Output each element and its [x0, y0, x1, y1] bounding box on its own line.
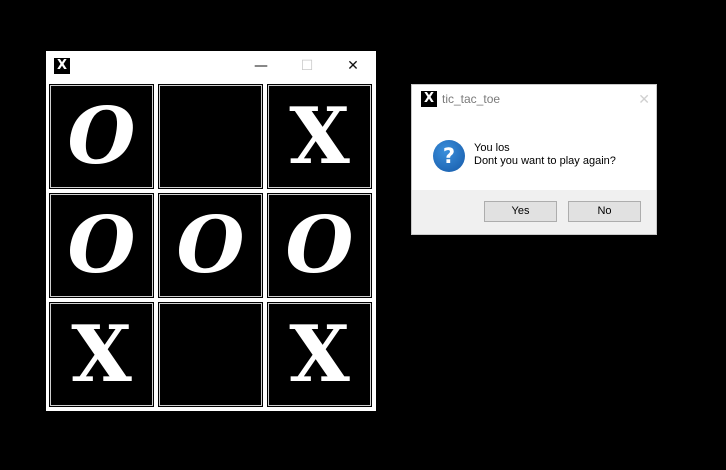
dialog-message-line1: You los: [474, 142, 510, 154]
app-x-icon: X: [54, 58, 70, 74]
board-cell-8[interactable]: [157, 301, 264, 408]
no-button[interactable]: No: [568, 201, 641, 222]
maximize-button[interactable]: ☐: [284, 51, 330, 81]
board-cell-1[interactable]: O: [48, 83, 155, 190]
question-icon: ?: [433, 140, 465, 172]
dialog-titlebar[interactable]: X tic_tac_toe ✕: [412, 85, 656, 114]
app-x-icon: X: [421, 91, 437, 107]
close-button[interactable]: ✕: [330, 51, 376, 81]
message-dialog: X tic_tac_toe ✕ ? You los Dont you want …: [411, 84, 657, 235]
game-titlebar[interactable]: X — ☐ ✕: [46, 51, 376, 81]
dialog-message-line2: Dont you want to play again?: [474, 155, 616, 167]
game-window: X — ☐ ✕ O X O O O X X: [46, 51, 376, 411]
board-cell-7[interactable]: X: [48, 301, 155, 408]
dialog-title: tic_tac_toe: [442, 92, 501, 106]
board-cell-9[interactable]: X: [266, 301, 373, 408]
board-cell-4[interactable]: O: [48, 192, 155, 299]
board-cell-5[interactable]: O: [157, 192, 264, 299]
board-cell-2[interactable]: [157, 83, 264, 190]
game-board: O X O O O X X: [46, 81, 376, 411]
dialog-close-button[interactable]: ✕: [638, 85, 650, 114]
board-cell-3[interactable]: X: [266, 83, 373, 190]
yes-button[interactable]: Yes: [484, 201, 557, 222]
dialog-button-bar: Yes No: [412, 190, 656, 234]
minimize-button[interactable]: —: [238, 51, 284, 81]
board-cell-6[interactable]: O: [266, 192, 373, 299]
